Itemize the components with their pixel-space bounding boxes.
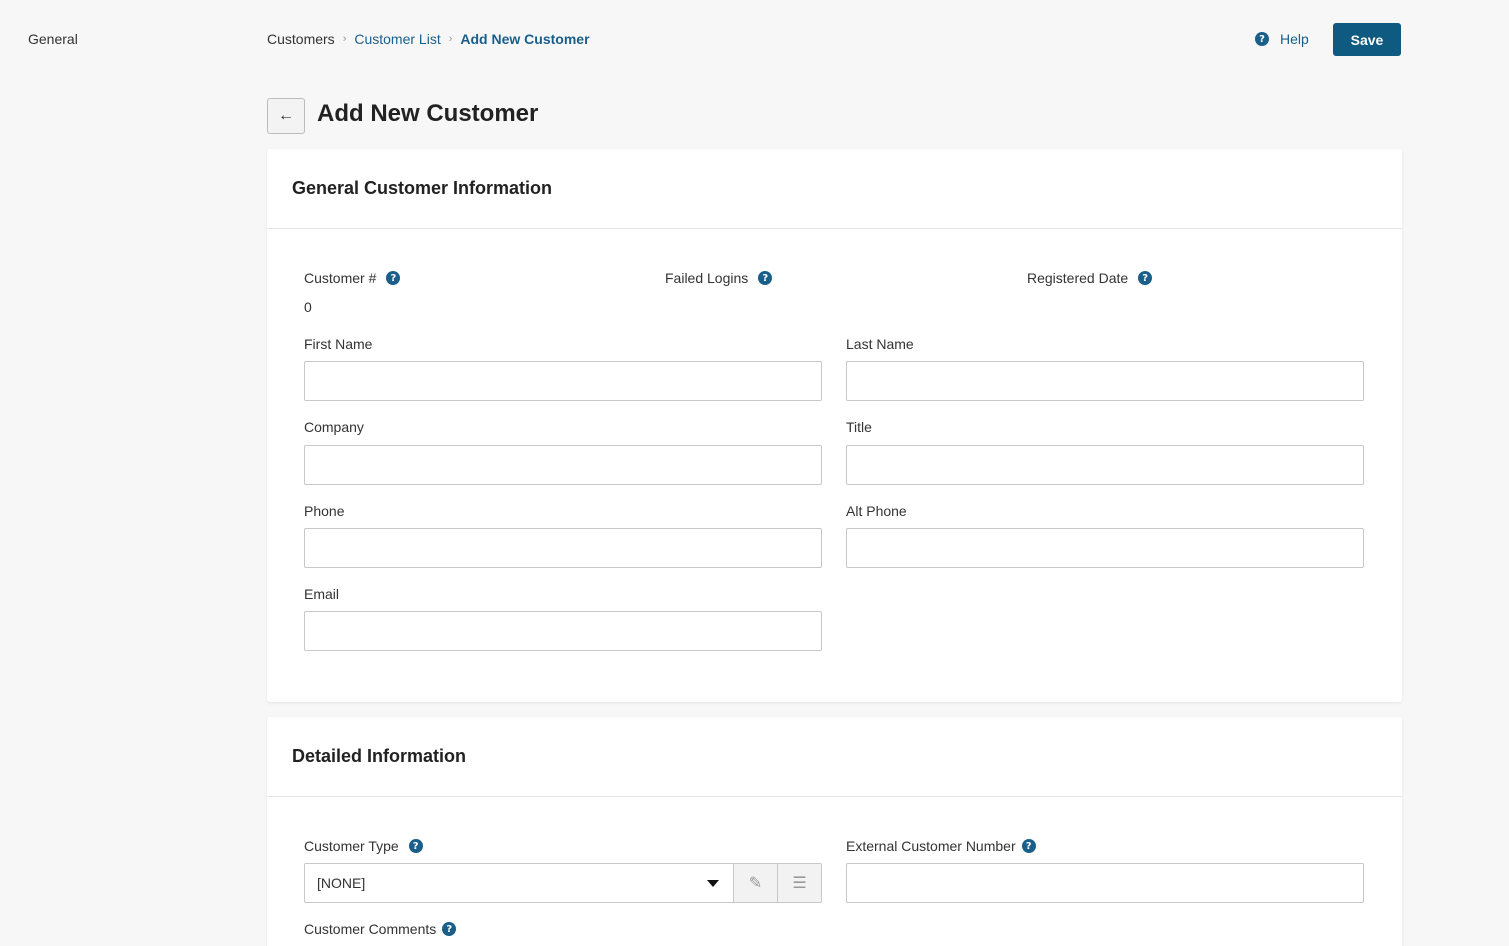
detailed-info-header: Detailed Information xyxy=(267,717,1402,797)
general-info-title: General Customer Information xyxy=(292,178,553,198)
list-customer-types-button[interactable]: ☰ xyxy=(777,864,821,902)
failed-logins-label-text: Failed Logins xyxy=(665,270,749,286)
email-input[interactable] xyxy=(304,611,822,651)
question-circle-icon[interactable]: ? xyxy=(1138,271,1153,285)
edit-customer-type-button[interactable]: ✎ xyxy=(733,864,777,902)
help-label: Help xyxy=(1280,31,1309,47)
customer-comments-label-text: Customer Comments xyxy=(304,921,437,937)
question-circle-icon[interactable]: ? xyxy=(386,271,401,285)
back-button[interactable]: ← xyxy=(267,98,305,134)
breadcrumb: Customers › Customer List › Add New Cust… xyxy=(267,31,590,47)
customer-type-value: [NONE] xyxy=(317,875,366,891)
breadcrumb-customer-list[interactable]: Customer List xyxy=(354,31,440,47)
general-info-card: General Customer Information Customer # … xyxy=(267,149,1402,702)
first-name-input[interactable] xyxy=(304,361,822,401)
customer-type-label: Customer Type ? xyxy=(304,838,423,854)
customer-type-select[interactable]: [NONE] xyxy=(305,864,733,902)
external-customer-number-input[interactable] xyxy=(846,863,1364,903)
breadcrumb-separator-icon: › xyxy=(448,33,453,45)
detailed-info-title: Detailed Information xyxy=(292,746,467,766)
title-input[interactable] xyxy=(846,445,1364,485)
email-label: Email xyxy=(304,586,340,602)
help-link[interactable]: ? Help xyxy=(1255,31,1309,47)
alt-phone-input[interactable] xyxy=(846,528,1364,568)
customer-comments-label: Customer Comments ? xyxy=(304,921,457,937)
pencil-icon: ✎ xyxy=(748,875,763,892)
external-number-label-text: External Customer Number xyxy=(846,838,1016,854)
general-info-header: General Customer Information xyxy=(267,149,1402,229)
breadcrumb-add-new-customer: Add New Customer xyxy=(460,31,590,47)
first-name-label: First Name xyxy=(304,336,373,352)
arrow-left-icon: ← xyxy=(278,107,294,124)
question-circle-icon[interactable]: ? xyxy=(1021,839,1036,853)
external-number-label: External Customer Number ? xyxy=(846,838,1036,854)
registered-date-label-text: Registered Date xyxy=(1027,270,1129,286)
question-circle-icon[interactable]: ? xyxy=(408,839,423,853)
breadcrumb-separator-icon: › xyxy=(342,33,347,45)
customer-type-label-text: Customer Type xyxy=(304,838,399,854)
list-icon: ☰ xyxy=(792,875,807,892)
caret-down-icon xyxy=(707,879,719,887)
question-circle-icon[interactable]: ? xyxy=(758,271,773,285)
phone-input[interactable] xyxy=(304,528,822,568)
customer-number-value: 0 xyxy=(304,299,312,315)
side-nav-general[interactable]: General xyxy=(28,31,78,47)
alt-phone-label: Alt Phone xyxy=(846,503,907,519)
company-input[interactable] xyxy=(304,445,822,485)
detailed-info-card: Detailed Information Customer Type ? [NO… xyxy=(267,717,1402,946)
phone-label: Phone xyxy=(304,503,345,519)
registered-date-label: Registered Date ? xyxy=(1027,270,1153,286)
company-label: Company xyxy=(304,419,364,435)
customer-number-label: Customer # ? xyxy=(304,270,401,286)
page-title: Add New Customer xyxy=(317,100,539,127)
question-circle-icon[interactable]: ? xyxy=(442,922,457,936)
customer-type-select-group: [NONE] ✎ ☰ xyxy=(304,863,822,903)
last-name-label: Last Name xyxy=(846,336,914,352)
breadcrumb-customers[interactable]: Customers xyxy=(267,31,335,47)
question-circle-icon: ? xyxy=(1255,32,1269,46)
last-name-input[interactable] xyxy=(846,361,1364,401)
title-label: Title xyxy=(846,419,872,435)
failed-logins-label: Failed Logins ? xyxy=(665,270,773,286)
customer-number-label-text: Customer # xyxy=(304,270,377,286)
save-button[interactable]: Save xyxy=(1333,23,1401,56)
